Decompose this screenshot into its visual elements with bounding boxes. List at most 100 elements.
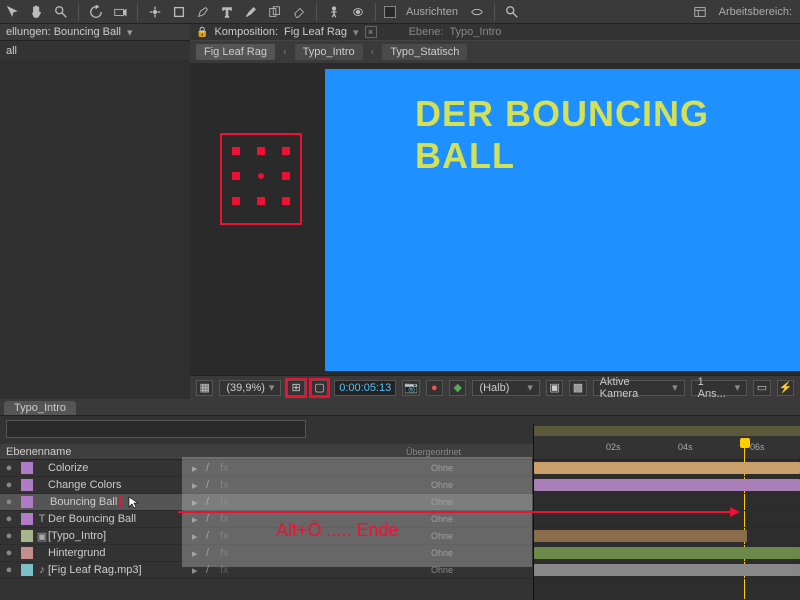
- parent-dropdown[interactable]: Ohne: [431, 565, 453, 575]
- comp-breadcrumb: Fig Leaf Rag ‹ Typo_Intro ‹ Typo_Statisc…: [190, 41, 800, 63]
- transparency-grid-icon[interactable]: ▩: [569, 380, 586, 396]
- views-select[interactable]: 1 Ans... ▾: [691, 380, 748, 396]
- visibility-toggle[interactable]: ●: [0, 479, 18, 491]
- visibility-toggle[interactable]: ●: [0, 513, 18, 525]
- visibility-toggle[interactable]: ●: [0, 530, 18, 542]
- track-row[interactable]: [534, 477, 800, 494]
- layer-bar[interactable]: [534, 547, 800, 559]
- pen-tool-icon[interactable]: [194, 3, 212, 21]
- roi-icon[interactable]: ▣: [546, 380, 563, 396]
- anchor-tool-icon[interactable]: [146, 3, 164, 21]
- comp-canvas[interactable]: DER BOUNCING BALL: [325, 69, 800, 371]
- layer-switches[interactable]: ▸/fx: [188, 479, 538, 491]
- alpha-toggle-icon[interactable]: ▦: [196, 380, 213, 396]
- track-row[interactable]: [534, 511, 800, 528]
- layer-switches[interactable]: ▸/fx: [188, 496, 538, 508]
- visibility-toggle[interactable]: ●: [0, 496, 18, 508]
- layer-switches[interactable]: ▸/fx: [188, 462, 538, 474]
- parent-dropdown[interactable]: Ohne: [431, 514, 453, 524]
- visibility-toggle[interactable]: ●: [0, 547, 18, 559]
- timecode-display[interactable]: 0:00:05:13: [334, 380, 396, 396]
- crumb-2[interactable]: Typo_Statisch: [382, 44, 467, 60]
- lock-icon[interactable]: 🔒: [196, 27, 208, 38]
- track-row[interactable]: [534, 528, 800, 545]
- layer-name[interactable]: [Typo_Intro]: [48, 530, 188, 542]
- layer-name[interactable]: Colorize: [48, 462, 188, 474]
- camera-select[interactable]: Aktive Kamera ▾: [593, 380, 685, 396]
- column-parent[interactable]: Übergeordnet: [406, 447, 461, 457]
- search-icon[interactable]: [503, 3, 521, 21]
- grid-toggle-icon[interactable]: ▢: [311, 380, 328, 396]
- eraser-tool-icon[interactable]: [290, 3, 308, 21]
- visibility-toggle[interactable]: ●: [0, 564, 18, 576]
- parent-dropdown[interactable]: Ohne: [431, 531, 453, 541]
- chevron-left-icon: ‹: [371, 46, 375, 58]
- effects-panel: ellungen: Bouncing Ball ▾ all: [0, 24, 190, 399]
- timeline-tab[interactable]: Typo_Intro: [4, 401, 76, 415]
- safe-zones-icon[interactable]: ⊞: [287, 380, 304, 396]
- crumb-root[interactable]: Fig Leaf Rag: [196, 44, 275, 60]
- layer-switches[interactable]: ▸/fx: [188, 564, 538, 576]
- text-layer-title[interactable]: DER BOUNCING BALL: [415, 93, 800, 177]
- brush-tool-icon[interactable]: [242, 3, 260, 21]
- track-row[interactable]: [534, 562, 800, 579]
- clone-tool-icon[interactable]: [266, 3, 284, 21]
- label-color[interactable]: [21, 547, 33, 559]
- track-row[interactable]: [534, 494, 800, 511]
- puppet-tool-icon[interactable]: [325, 3, 343, 21]
- camera-tool-icon[interactable]: [111, 3, 129, 21]
- snapshot-icon[interactable]: 📷: [402, 380, 419, 396]
- parent-dropdown[interactable]: Ohne: [431, 480, 453, 490]
- parent-dropdown[interactable]: Ohne: [431, 497, 453, 507]
- channel-icon[interactable]: ●: [426, 380, 443, 396]
- composition-viewer[interactable]: DER BOUNCING BALL: [190, 63, 800, 375]
- time-ruler[interactable]: 02s 04s 06s: [534, 424, 800, 460]
- fast-preview-icon[interactable]: ⚡: [777, 380, 794, 396]
- visibility-toggle[interactable]: ●: [0, 462, 18, 474]
- shape-tool-icon[interactable]: [170, 3, 188, 21]
- label-color[interactable]: [21, 530, 33, 542]
- label-color[interactable]: [21, 496, 33, 508]
- layer-name[interactable]: [Fig Leaf Rag.mp3]: [48, 564, 188, 576]
- type-tool-icon[interactable]: [218, 3, 236, 21]
- playhead-icon[interactable]: [740, 438, 750, 448]
- selection-tool-icon[interactable]: [4, 3, 22, 21]
- snap-checkbox[interactable]: [384, 6, 396, 18]
- label-color[interactable]: [21, 479, 33, 491]
- roto-tool-icon[interactable]: [349, 3, 367, 21]
- work-area-bar[interactable]: [534, 426, 800, 436]
- close-tab-button[interactable]: ×: [365, 26, 377, 38]
- layer-search-input[interactable]: [6, 420, 306, 438]
- hand-tool-icon[interactable]: [28, 3, 46, 21]
- column-layer-name[interactable]: Ebenenname: [0, 446, 180, 458]
- label-color[interactable]: [21, 513, 33, 525]
- color-mgmt-icon[interactable]: ◆: [449, 380, 466, 396]
- tab-caret-icon[interactable]: ▾: [353, 26, 359, 39]
- zoom-tool-icon[interactable]: [52, 3, 70, 21]
- zoom-select[interactable]: (39,9%) ▾: [219, 380, 281, 396]
- layer-name[interactable]: Change Colors: [48, 479, 188, 491]
- layer-switches[interactable]: ▸/fx: [188, 547, 538, 559]
- track-row[interactable]: [534, 545, 800, 562]
- parent-dropdown[interactable]: Ohne: [431, 548, 453, 558]
- layer-bar[interactable]: [534, 462, 800, 474]
- crumb-1[interactable]: Typo_Intro: [295, 44, 363, 60]
- label-color[interactable]: [21, 462, 33, 474]
- workspace-icon[interactable]: [691, 3, 709, 21]
- parent-dropdown[interactable]: Ohne: [431, 463, 453, 473]
- label-color[interactable]: [21, 564, 33, 576]
- chevron-down-icon[interactable]: ▾: [127, 26, 133, 39]
- layer-bar[interactable]: [534, 479, 800, 491]
- layer-bar[interactable]: [534, 530, 747, 542]
- rotate-tool-icon[interactable]: [87, 3, 105, 21]
- pixel-aspect-icon[interactable]: ▭: [753, 380, 770, 396]
- layer-name[interactable]: Bouncing Ball: [48, 496, 188, 508]
- layer-bar[interactable]: [534, 564, 800, 576]
- track-row[interactable]: [534, 460, 800, 477]
- effects-panel-tab[interactable]: ellungen: Bouncing Ball ▾: [0, 24, 190, 41]
- layer-name[interactable]: Hintergrund: [48, 547, 188, 559]
- selection-handles[interactable]: [232, 147, 290, 209]
- layer-name[interactable]: Der Bouncing Ball: [48, 513, 188, 525]
- snap-mode-icon[interactable]: [468, 3, 486, 21]
- resolution-select[interactable]: (Halb) ▾: [472, 380, 539, 396]
